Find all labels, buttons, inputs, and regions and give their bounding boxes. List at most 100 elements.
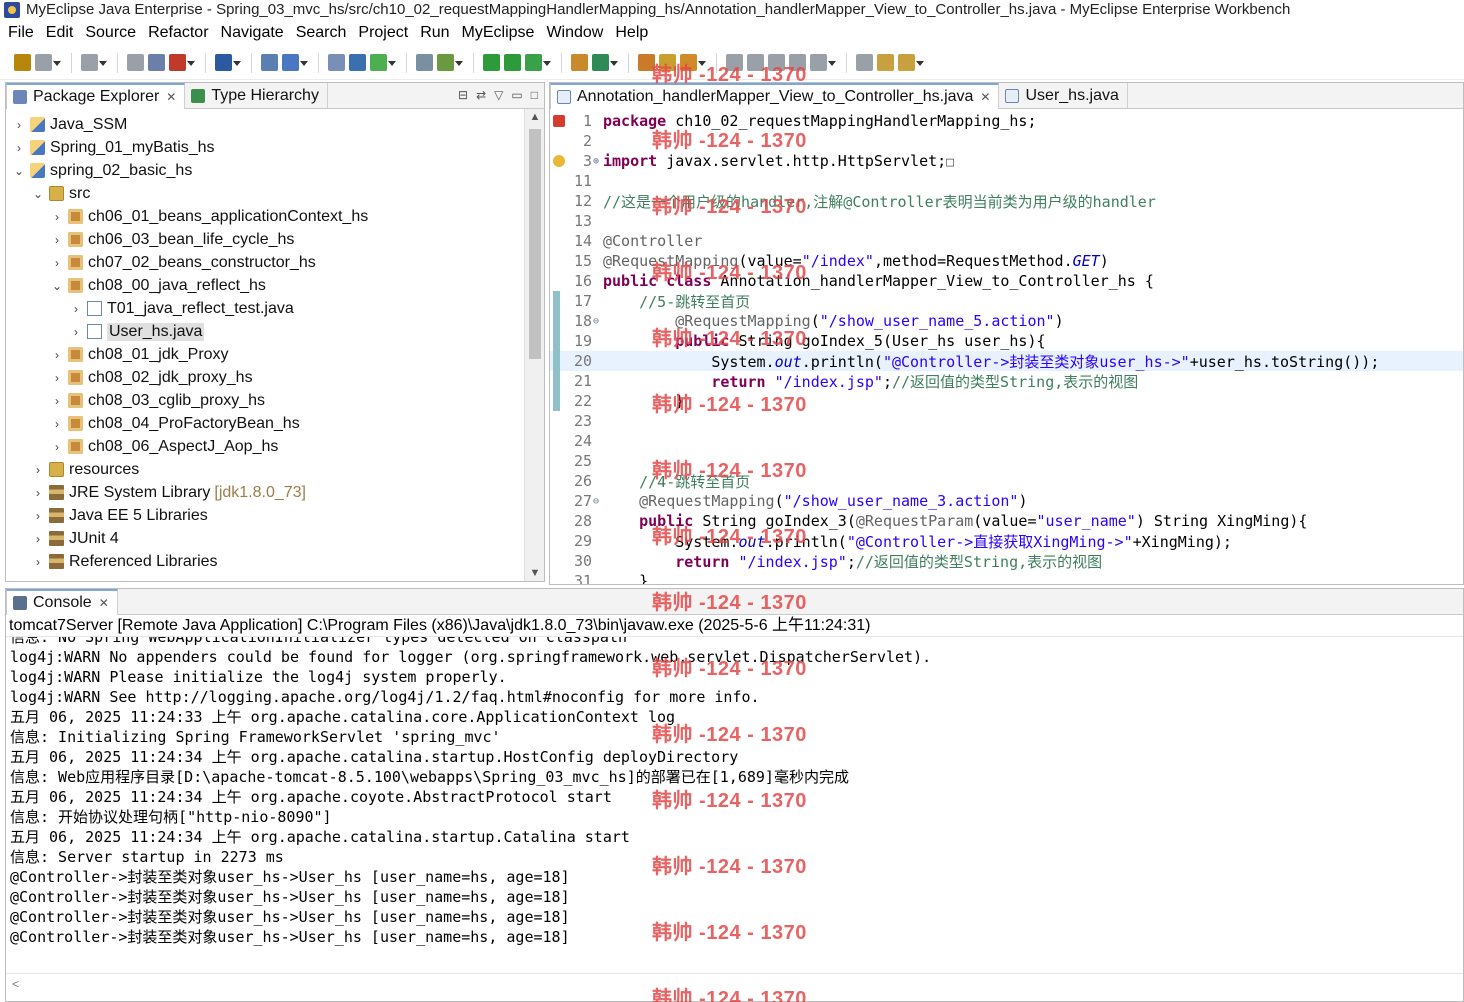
toolbar-button-icon[interactable]	[148, 54, 165, 71]
menu-project[interactable]: Project	[352, 21, 414, 45]
code-line[interactable]: 14 @Controller	[550, 231, 1463, 251]
tree-item[interactable]: › Referenced Libraries	[6, 550, 218, 573]
chevron-down-icon[interactable]: ⌄	[12, 164, 26, 178]
toolbar-button-icon[interactable]	[877, 54, 894, 71]
toolbar-button-icon[interactable]	[726, 54, 743, 71]
menu-file[interactable]: File	[2, 21, 40, 45]
chevron-down-icon[interactable]: ⌄	[50, 279, 64, 293]
toolbar-button-icon[interactable]	[81, 54, 107, 71]
tree-item[interactable]: › ch06_03_bean_life_cycle_hs	[6, 228, 294, 251]
toolbar-button-icon[interactable]	[856, 54, 873, 71]
fold-toggle-icon[interactable]: ⊖	[592, 496, 602, 507]
scroll-left-arrow-icon[interactable]: <	[12, 977, 19, 991]
tree-item[interactable]: › Java_SSM	[6, 113, 127, 136]
view-menu-icon[interactable]: ▽	[494, 88, 503, 102]
tree-item[interactable]: › ch08_04_ProFactoryBean_hs	[6, 412, 300, 435]
code-line[interactable]: 17 //5-跳转至首页	[550, 291, 1463, 311]
code-line[interactable]: 21 return "/index.jsp";//返回值的类型String,表示…	[550, 371, 1463, 391]
tree-item[interactable]: › Spring_01_myBatis_hs	[6, 136, 215, 159]
toolbar-button-icon[interactable]	[638, 54, 655, 71]
console-horizontal-scrollbar[interactable]: <	[6, 973, 1463, 993]
chevron-right-icon[interactable]: ›	[31, 509, 45, 523]
tab-console[interactable]: Console ✕	[6, 589, 118, 615]
menu-edit[interactable]: Edit	[40, 21, 80, 45]
code-line[interactable]: 20 System.out.println("@Controller->封装至类…	[550, 351, 1463, 371]
code-line[interactable]: 29 System.out.println("@Controller->直接获取…	[550, 531, 1463, 551]
toolbar-button-icon[interactable]	[898, 54, 924, 71]
explorer-vertical-scrollbar[interactable]: ▲ ▼	[524, 109, 544, 581]
toolbar-button-icon[interactable]	[789, 54, 806, 71]
minimize-icon[interactable]: ▭	[511, 88, 522, 102]
tree-item[interactable]: › resources	[6, 458, 139, 481]
chevron-right-icon[interactable]: ›	[69, 325, 83, 339]
chevron-right-icon[interactable]: ›	[50, 348, 64, 362]
toolbar-button-icon[interactable]	[127, 54, 144, 71]
code-line[interactable]: 3 ⊕ import javax.servlet.http.HttpServlet;…	[550, 151, 1463, 171]
code-area[interactable]: 1 package ch10_02_requestMappingHandlerMa…	[550, 109, 1463, 584]
code-line[interactable]: 24	[550, 431, 1463, 451]
tree-item[interactable]: › ch08_03_cglib_proxy_hs	[6, 389, 265, 412]
tab-editor-annotation-handler[interactable]: Annotation_handlerMapper_View_to_Control…	[550, 83, 1000, 109]
scrollbar-thumb[interactable]	[529, 129, 541, 359]
code-line[interactable]: 2	[550, 131, 1463, 151]
toolbar-button-icon[interactable]	[483, 54, 500, 71]
toolbar-button-icon[interactable]	[169, 54, 195, 71]
code-line[interactable]: 19 public String goIndex_5(User_hs user_…	[550, 331, 1463, 351]
chevron-right-icon[interactable]: ›	[50, 371, 64, 385]
tree-item[interactable]: › ch07_02_beans_constructor_hs	[6, 251, 316, 274]
chevron-right-icon[interactable]: ›	[31, 532, 45, 546]
tree-item[interactable]: ⌄ ch08_00_java_reflect_hs	[6, 274, 266, 297]
tree-item[interactable]: › JRE System Library [jdk1.8.0_73]	[6, 481, 306, 504]
code-line[interactable]: 23	[550, 411, 1463, 431]
code-line[interactable]: 30 return "/index.jsp";//返回值的类型String,表示…	[550, 551, 1463, 571]
chevron-right-icon[interactable]: ›	[50, 394, 64, 408]
tree-item[interactable]: › Java EE 5 Libraries	[6, 504, 208, 527]
menu-search[interactable]: Search	[290, 21, 353, 45]
toolbar-button-icon[interactable]	[525, 54, 551, 71]
code-line[interactable]: 16 public class Annotation_handlerMapper_…	[550, 271, 1463, 291]
tree-item[interactable]: › ch06_01_beans_applicationContext_hs	[6, 205, 368, 228]
code-line[interactable]: 31 }	[550, 571, 1463, 584]
tab-type-hierarchy[interactable]: Type Hierarchy	[185, 83, 328, 108]
toolbar-button-icon[interactable]	[747, 54, 764, 71]
chevron-right-icon[interactable]: ›	[31, 463, 45, 477]
toolbar-button-icon[interactable]	[14, 54, 31, 71]
fold-toggle-icon[interactable]: ⊖	[592, 316, 602, 327]
chevron-right-icon[interactable]: ›	[12, 141, 26, 155]
toolbar-button-icon[interactable]	[416, 54, 433, 71]
toolbar-button-icon[interactable]	[680, 54, 706, 71]
chevron-right-icon[interactable]: ›	[50, 440, 64, 454]
scroll-down-arrow-icon[interactable]: ▼	[525, 567, 544, 579]
fold-toggle-icon[interactable]: ⊕	[592, 156, 602, 167]
toolbar-button-icon[interactable]	[349, 54, 366, 71]
chevron-right-icon[interactable]: ›	[50, 233, 64, 247]
chevron-right-icon[interactable]: ›	[12, 118, 26, 132]
chevron-down-icon[interactable]: ⌄	[31, 187, 45, 201]
code-line[interactable]: 13	[550, 211, 1463, 231]
tree-item[interactable]: › JUnit 4	[6, 527, 119, 550]
code-line[interactable]: 15 @RequestMapping(value="/index",method=…	[550, 251, 1463, 271]
toolbar-button-icon[interactable]	[592, 54, 618, 71]
link-with-editor-icon[interactable]: ⇄	[476, 88, 486, 102]
toolbar-button-icon[interactable]	[571, 54, 588, 71]
code-line[interactable]: 12 //这是一个用户级的handler,注解@Controller表明当前类为用…	[550, 191, 1463, 211]
chevron-right-icon[interactable]: ›	[31, 486, 45, 500]
menu-refactor[interactable]: Refactor	[142, 21, 214, 45]
code-line[interactable]: 1 package ch10_02_requestMappingHandlerMa…	[550, 111, 1463, 131]
tree-item[interactable]: › T01_java_reflect_test.java	[6, 297, 294, 320]
close-icon[interactable]: ✕	[99, 596, 109, 610]
code-line[interactable]: 26 //4-跳转至首页	[550, 471, 1463, 491]
chevron-right-icon[interactable]: ›	[50, 256, 64, 270]
code-line[interactable]: 28 public String goIndex_3(@RequestParam…	[550, 511, 1463, 531]
tree-item[interactable]: › ch08_01_jdk_Proxy	[6, 343, 229, 366]
chevron-right-icon[interactable]: ›	[31, 555, 45, 569]
toolbar-button-icon[interactable]	[328, 54, 345, 71]
close-icon[interactable]: ✕	[980, 90, 990, 104]
menu-window[interactable]: Window	[540, 21, 609, 45]
close-icon[interactable]: ✕	[166, 90, 176, 104]
code-line[interactable]: 27 ⊖ @RequestMapping("/show_user_name_3.a…	[550, 491, 1463, 511]
toolbar-button-icon[interactable]	[437, 54, 463, 71]
menu-run[interactable]: Run	[414, 21, 455, 45]
chevron-right-icon[interactable]: ›	[50, 417, 64, 431]
maximize-icon[interactable]: □	[531, 88, 538, 102]
